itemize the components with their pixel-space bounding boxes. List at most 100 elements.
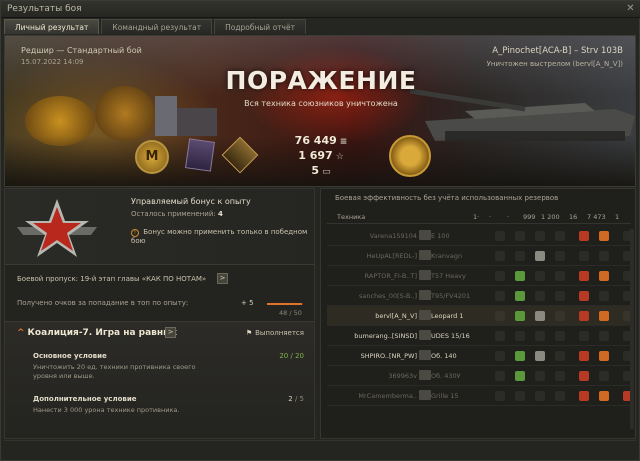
empty-stat-icon bbox=[495, 391, 505, 401]
orange-stat-icon[interactable] bbox=[599, 311, 609, 321]
empty-stat-icon bbox=[555, 291, 565, 301]
red-stat-icon[interactable] bbox=[579, 391, 589, 401]
empty-stat-icon bbox=[535, 271, 545, 281]
credits-icon: ≡ bbox=[339, 137, 348, 147]
battlepass-open-button[interactable]: > bbox=[217, 273, 228, 284]
gray-stat-icon[interactable] bbox=[535, 251, 545, 261]
close-icon[interactable]: ✕ bbox=[624, 3, 637, 15]
player-name: RAPTOR_FI-B..T] bbox=[364, 272, 417, 280]
empty-stat-icon bbox=[555, 251, 565, 261]
empty-stat-icon bbox=[599, 291, 609, 301]
empty-stat-icon bbox=[515, 331, 525, 341]
empty-stat-icon bbox=[599, 331, 609, 341]
green-stat-icon[interactable] bbox=[515, 351, 525, 361]
battlepass-points-gained: + 5 bbox=[241, 299, 254, 307]
mission-title[interactable]: ^ Коалиция-7. Игра на равных bbox=[17, 328, 177, 338]
red-stat-icon[interactable] bbox=[579, 291, 589, 301]
table-row[interactable]: bervl[A_N_V] Leopard 1 bbox=[327, 306, 633, 326]
battlepass-progress-bar bbox=[267, 303, 303, 305]
player-name: MrCamemberma.. bbox=[358, 392, 417, 400]
red-stat-icon[interactable] bbox=[579, 271, 589, 281]
extra-condition-desc: Нанести 3 000 урона технике противника. bbox=[33, 406, 180, 414]
battlepass-stage: Боевой пропуск: 19-й этап главы «КАК ПО … bbox=[17, 275, 207, 283]
tab-bar: Личный результат Командный результат Под… bbox=[4, 19, 306, 34]
empty-stat-icon bbox=[495, 231, 505, 241]
green-stat-icon[interactable] bbox=[515, 291, 525, 301]
battlepass-points-label: Получено очков за попадание в топ по опы… bbox=[17, 299, 189, 307]
team-efficiency-panel: Боевая эффективность без учёта использов… bbox=[320, 188, 636, 439]
warning-icon: ! bbox=[131, 229, 139, 237]
empty-stat-icon bbox=[535, 231, 545, 241]
tank-name: Об. 140 bbox=[431, 352, 457, 360]
empty-stat-icon bbox=[495, 371, 505, 381]
gray-stat-icon[interactable] bbox=[535, 351, 545, 361]
tab-team-result[interactable]: Командный результат bbox=[101, 19, 213, 34]
free-xp-row: 5 ▭ bbox=[5, 164, 635, 179]
tank-icon bbox=[419, 310, 431, 320]
green-stat-icon[interactable] bbox=[515, 311, 525, 321]
empty-stat-icon bbox=[579, 331, 589, 341]
green-stat-icon[interactable] bbox=[515, 271, 525, 281]
window-title: Результаты боя bbox=[7, 4, 82, 14]
tank-icon bbox=[419, 330, 431, 340]
table-row[interactable]: SHPIRO..[NR_PW] Об. 140 bbox=[327, 346, 633, 366]
player-name: bervl[A_N_V] bbox=[375, 312, 417, 320]
empty-stat-icon bbox=[535, 291, 545, 301]
player-vehicle: A_Pinochet[ACA-B] – Strv 103B bbox=[492, 46, 623, 56]
tank-icon bbox=[419, 270, 431, 280]
scrollbar[interactable] bbox=[630, 229, 634, 429]
red-stat-icon[interactable] bbox=[579, 351, 589, 361]
table-row[interactable]: RAPTOR_FI-B..T] T57 Heavy bbox=[327, 266, 633, 286]
tank-icon bbox=[419, 290, 431, 300]
flag-icon: ⚑ bbox=[245, 329, 253, 337]
tab-personal-result[interactable]: Личный результат bbox=[4, 19, 100, 34]
orange-stat-icon[interactable] bbox=[599, 231, 609, 241]
team-list: Varena159104 E 100 HeUpAL[REDL-] Kranvagn RA… bbox=[327, 226, 633, 406]
gray-stat-icon[interactable] bbox=[535, 311, 545, 321]
empty-stat-icon bbox=[555, 331, 565, 341]
bonus-remaining: Осталось применений: 4 bbox=[131, 210, 223, 218]
orange-stat-icon[interactable] bbox=[599, 391, 609, 401]
mission-status: ⚑ Выполняется bbox=[246, 329, 304, 337]
empty-stat-icon bbox=[535, 391, 545, 401]
empty-stat-icon bbox=[555, 371, 565, 381]
free-xp-icon: ▭ bbox=[322, 167, 331, 177]
xp-bonus-section: Управляемый бонус к опыту Осталось приме… bbox=[5, 189, 314, 265]
tank-name: Kranvagn bbox=[431, 252, 463, 260]
battlepass-progress-fill bbox=[267, 303, 302, 305]
tank-name: Leopard 1 bbox=[431, 312, 464, 320]
tank-name: T57 Heavy bbox=[431, 272, 466, 280]
battle-date: 15.07.2022 14:09 bbox=[21, 58, 84, 66]
table-row[interactable]: sanches_00[S-B..] T95/FV4201 bbox=[327, 286, 633, 306]
player-name: Varena159104 bbox=[369, 232, 417, 240]
titlebar: Результаты боя ✕ bbox=[1, 1, 640, 18]
table-row[interactable]: HeUpAL[REDL-] Kranvagn bbox=[327, 246, 633, 266]
table-row[interactable]: 369963v Об. 430У bbox=[327, 366, 633, 386]
table-row[interactable]: Varena159104 E 100 bbox=[327, 226, 633, 246]
personal-progress-panel: Управляемый бонус к опыту Осталось приме… bbox=[4, 188, 315, 439]
player-name: 369963v bbox=[388, 372, 417, 380]
banner-building bbox=[177, 108, 217, 136]
credits-value: 76 449 bbox=[294, 134, 337, 147]
tab-detailed-report[interactable]: Подробный отчёт bbox=[214, 19, 306, 34]
orange-stat-icon[interactable] bbox=[599, 351, 609, 361]
red-stat-icon[interactable] bbox=[579, 311, 589, 321]
red-star-icon bbox=[17, 199, 97, 257]
orange-stat-icon[interactable] bbox=[599, 271, 609, 281]
red-stat-icon[interactable] bbox=[579, 231, 589, 241]
tank-name: E 100 bbox=[431, 232, 450, 240]
battlepass-progress-count: 48 / 50 bbox=[279, 309, 302, 317]
empty-stat-icon bbox=[535, 371, 545, 381]
table-row[interactable]: bumerang..[SINSD] UDES 15/16 bbox=[327, 326, 633, 346]
mission-open-button[interactable]: > bbox=[165, 327, 176, 338]
main-condition-desc: Уничтожить 20 ед. техники противника сво… bbox=[33, 363, 196, 380]
empty-stat-icon bbox=[515, 391, 525, 401]
header-divider bbox=[327, 223, 631, 224]
extra-condition-current: 2 bbox=[288, 395, 293, 403]
table-row[interactable]: MrCamemberma.. Grille 15 bbox=[327, 386, 633, 406]
green-stat-icon[interactable] bbox=[515, 371, 525, 381]
red-stat-icon[interactable] bbox=[579, 371, 589, 381]
empty-stat-icon bbox=[555, 391, 565, 401]
empty-stat-icon bbox=[555, 271, 565, 281]
player-name: sanches_00[S-B..] bbox=[359, 292, 417, 300]
